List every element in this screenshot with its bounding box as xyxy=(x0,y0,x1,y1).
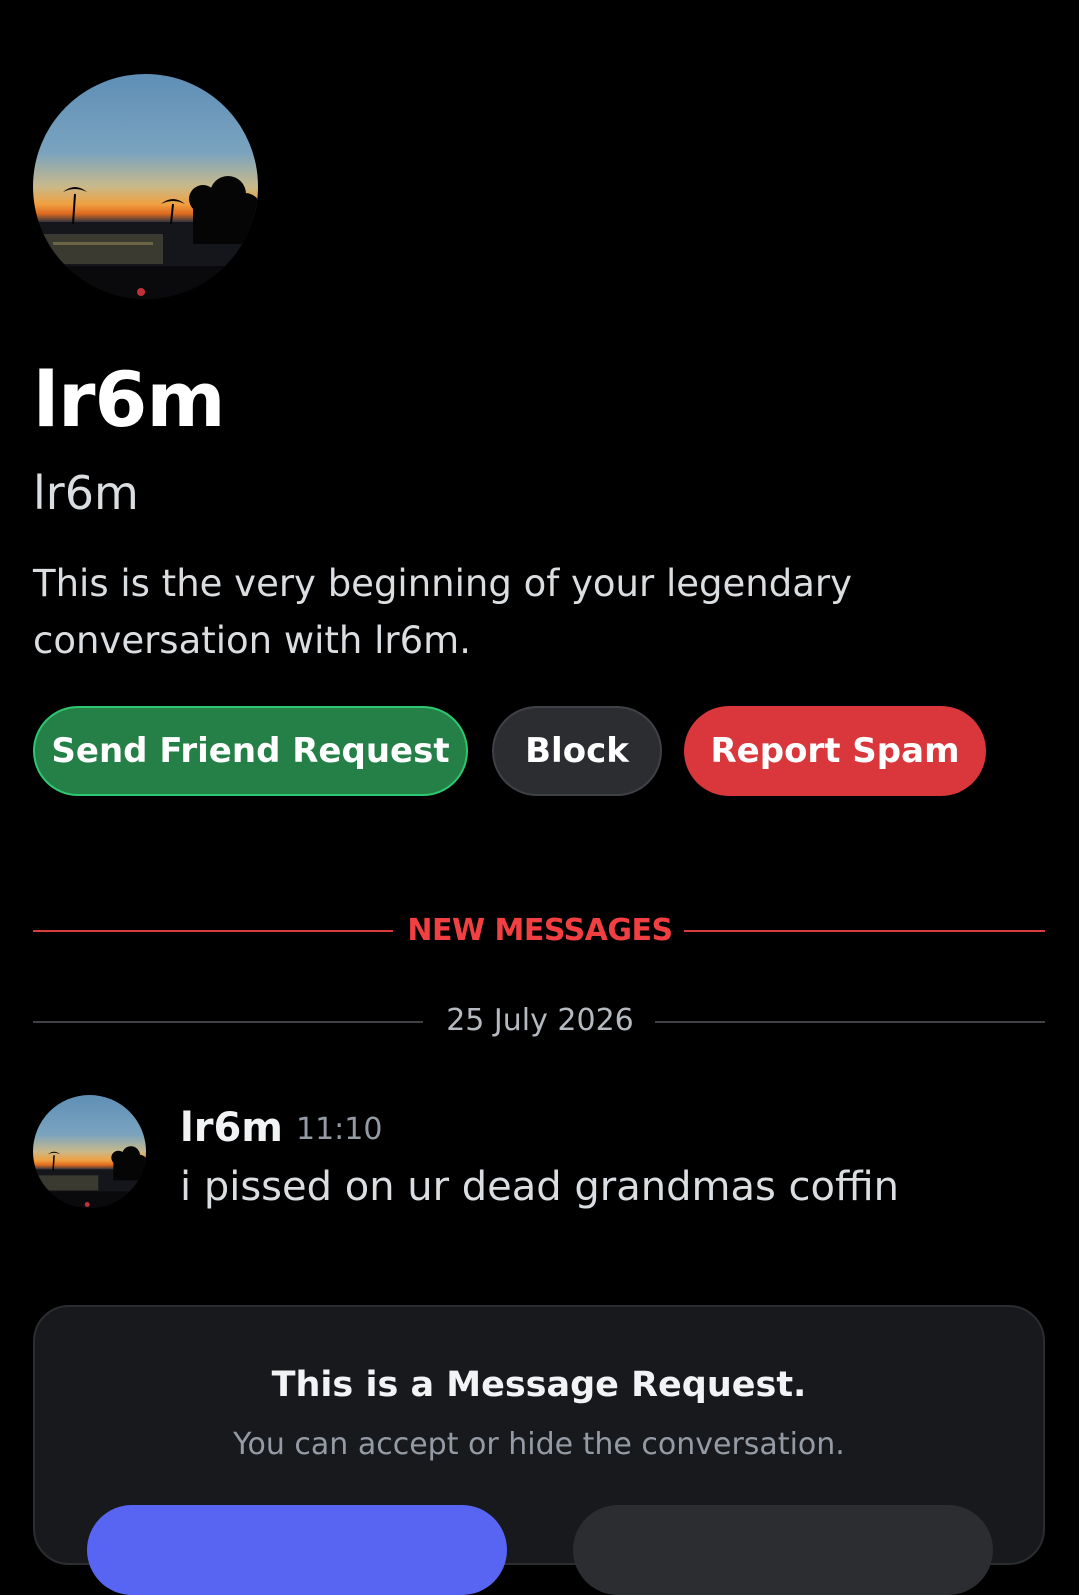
conversation-intro: This is the very beginning of your legen… xyxy=(33,555,1013,669)
report-spam-button[interactable]: Report Spam xyxy=(684,706,986,796)
intro-line: conversation with lr6m. xyxy=(33,619,471,662)
new-messages-line-right xyxy=(684,930,1045,932)
username: lr6m xyxy=(33,466,139,520)
message-avatar[interactable] xyxy=(33,1095,146,1208)
avatar-sunset-image xyxy=(33,1095,146,1208)
date-divider-label: 25 July 2026 xyxy=(446,1003,634,1038)
message-author[interactable]: lr6m xyxy=(180,1104,283,1152)
new-messages-line-left xyxy=(33,930,393,932)
message-timestamp: 11:10 xyxy=(296,1112,383,1147)
message-request-card: This is a Message Request. You can accep… xyxy=(33,1305,1045,1595)
profile-avatar[interactable] xyxy=(33,74,258,299)
date-line-left xyxy=(33,1021,423,1023)
new-messages-label: NEW MESSAGES xyxy=(407,913,673,948)
intro-line: This is the very beginning of your legen… xyxy=(33,562,852,605)
accept-button[interactable] xyxy=(87,1505,507,1595)
date-line-right xyxy=(655,1021,1045,1023)
avatar-sunset-image xyxy=(33,74,258,299)
display-name: lr6m xyxy=(33,355,226,444)
request-title: This is a Message Request. xyxy=(271,1365,807,1405)
block-button[interactable]: Block xyxy=(492,706,662,796)
send-friend-request-button[interactable]: Send Friend Request xyxy=(33,706,468,796)
hide-button[interactable] xyxy=(573,1505,993,1595)
request-subtitle: You can accept or hide the conversation. xyxy=(233,1427,845,1462)
message-text: i pissed on ur dead grandmas coffin xyxy=(180,1164,900,1210)
